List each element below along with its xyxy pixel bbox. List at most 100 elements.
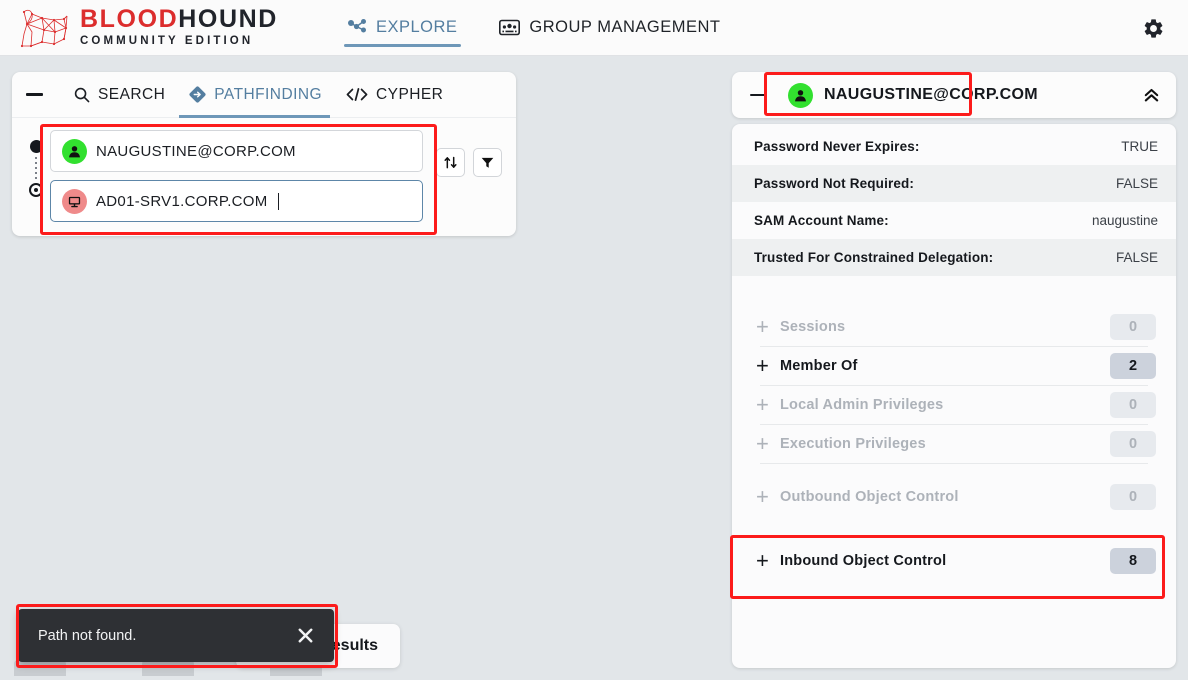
section-outbound-object-control-count: 0 [1110, 484, 1156, 510]
property-row: Trusted For Constrained Delegation: FALS… [732, 239, 1176, 276]
property-value: FALSE [1115, 250, 1158, 265]
pathfinding-body: NAUGUSTINE@CORP.COM AD01-SRV1.CORP.COM [12, 118, 516, 236]
path-inputs: NAUGUSTINE@CORP.COM AD01-SRV1.CORP.COM [50, 130, 423, 222]
end-node-input[interactable]: AD01-SRV1.CORP.COM [50, 180, 423, 222]
computer-node-badge-icon [62, 188, 87, 214]
section-local-admin-privileges[interactable]: + Local Admin Privileges 0 [750, 386, 1158, 424]
expand-plus-icon: + [756, 392, 769, 417]
double-chevron-up-icon [1144, 88, 1158, 101]
pathfinding-search-card: SEARCH PATHFINDING CYPHER NAUGUSTINE@COR… [12, 72, 516, 236]
property-value: TRUE [1121, 139, 1158, 154]
nav-tab-group-management[interactable]: GROUP MANAGEMENT [495, 0, 724, 56]
entity-info-panel: NAUGUSTINE@CORP.COM Password Never Expir… [732, 72, 1176, 668]
tab-pathfinding[interactable]: PATHFINDING [179, 72, 330, 118]
brand-logo-group: BLOODHOUND COMMUNITY EDITION [14, 6, 278, 50]
section-outbound-object-control-label: Outbound Object Control [780, 489, 959, 505]
start-node-input[interactable]: NAUGUSTINE@CORP.COM [50, 130, 423, 172]
end-node-value: AD01-SRV1.CORP.COM [96, 192, 268, 210]
group-management-icon [499, 19, 521, 36]
section-execution-privileges[interactable]: + Execution Privileges 0 [750, 425, 1158, 463]
main-nav-tabs: EXPLORE GROUP MANAGEMENT [343, 0, 759, 56]
settings-button[interactable] [1138, 13, 1168, 43]
funnel-filter-icon [481, 157, 494, 168]
property-key: Password Not Required: [754, 176, 915, 191]
property-key: Password Never Expires: [754, 139, 920, 154]
property-row: Password Never Expires: TRUE [732, 128, 1176, 165]
gear-icon [1144, 18, 1162, 38]
nav-tab-explore-label: EXPLORE [375, 18, 458, 36]
section-member-of-count: 2 [1110, 353, 1156, 379]
expand-plus-icon: + [756, 484, 769, 509]
top-navigation-bar: BLOODHOUND COMMUNITY EDITION EXPLORE GRO… [0, 0, 1188, 56]
text-cursor [277, 192, 279, 210]
search-panel-collapse-button[interactable] [12, 72, 56, 118]
entity-panel-expand-button[interactable] [1136, 80, 1166, 110]
toast-notification: Path not found. [18, 609, 334, 662]
user-node-badge-icon [788, 82, 813, 108]
minus-icon [25, 93, 43, 96]
toast-close-button[interactable] [293, 624, 317, 648]
brand-wordmark: BLOODHOUND COMMUNITY EDITION [80, 7, 278, 48]
section-member-of-label: Member Of [780, 358, 858, 374]
graph-nodes-icon [347, 19, 366, 33]
section-inbound-object-control[interactable]: + Inbound Object Control 8 [750, 542, 1158, 580]
entity-sections-list: + Sessions 0 + Member Of 2 + Local Admin… [732, 276, 1176, 580]
entity-panel-body: Password Never Expires: TRUE Password No… [732, 124, 1176, 668]
start-node-value: NAUGUSTINE@CORP.COM [96, 142, 296, 160]
tab-cypher[interactable]: CYPHER [346, 72, 443, 118]
path-action-buttons [436, 130, 502, 177]
entity-panel-collapse-button[interactable] [742, 72, 774, 118]
divider [760, 463, 1148, 464]
section-outbound-object-control[interactable]: + Outbound Object Control 0 [750, 478, 1158, 516]
search-card-tabbar: SEARCH PATHFINDING CYPHER [12, 72, 516, 118]
target-node-icon [29, 183, 43, 197]
code-brackets-icon [346, 88, 368, 101]
expand-plus-icon: + [756, 314, 769, 339]
minus-icon [749, 93, 767, 97]
filter-button[interactable] [473, 148, 502, 177]
nav-tab-group-management-label: GROUP MANAGEMENT [529, 18, 721, 36]
entity-panel-header: NAUGUSTINE@CORP.COM [732, 72, 1176, 118]
section-sessions-count: 0 [1110, 314, 1156, 340]
nav-tab-explore[interactable]: EXPLORE [343, 0, 462, 56]
section-execution-privileges-count: 0 [1110, 431, 1156, 457]
property-key: Trusted For Constrained Delegation: [754, 250, 994, 265]
section-member-of[interactable]: + Member Of 2 [750, 347, 1158, 385]
property-row: SAM Account Name: naugustine [732, 202, 1176, 239]
user-node-badge-icon [62, 138, 87, 164]
expand-plus-icon: + [756, 431, 769, 456]
entity-properties-list: Password Never Expires: TRUE Password No… [732, 124, 1176, 276]
pathfinding-diamond-icon [189, 86, 206, 103]
section-execution-privileges-label: Execution Privileges [780, 436, 926, 452]
expand-plus-icon: + [756, 548, 769, 573]
tab-cypher-label: CYPHER [376, 85, 444, 103]
app-root: BLOODHOUND COMMUNITY EDITION EXPLORE GRO… [0, 0, 1188, 680]
swap-nodes-button[interactable] [436, 148, 465, 177]
brand-blood-text: BLOOD [80, 5, 179, 34]
user-person-icon [795, 89, 806, 101]
section-local-admin-privileges-label: Local Admin Privileges [780, 397, 944, 413]
graph-control-button[interactable] [142, 660, 194, 676]
section-local-admin-privileges-count: 0 [1110, 392, 1156, 418]
section-sessions[interactable]: + Sessions 0 [750, 308, 1158, 346]
bottom-logo-watermark [290, 670, 590, 680]
path-rail [24, 130, 48, 197]
computer-monitor-icon [68, 196, 81, 207]
swap-vertical-arrows-icon [444, 156, 457, 169]
bloodhound-dog-logo-icon [20, 9, 68, 47]
property-value: FALSE [1115, 176, 1158, 191]
start-node-dot-icon [29, 140, 43, 153]
graph-control-button[interactable] [14, 660, 66, 676]
entity-panel-title: NAUGUSTINE@CORP.COM [824, 86, 1038, 103]
brand-edition-text: COMMUNITY EDITION [80, 35, 254, 48]
property-key: SAM Account Name: [754, 213, 889, 228]
user-person-icon [69, 145, 80, 157]
tab-search[interactable]: SEARCH [74, 72, 165, 118]
search-icon [74, 87, 90, 102]
property-value: naugustine [1091, 213, 1158, 228]
section-sessions-label: Sessions [780, 319, 846, 335]
toast-message: Path not found. [38, 627, 137, 644]
expand-plus-icon: + [756, 353, 769, 378]
path-dotted-line [35, 157, 37, 179]
